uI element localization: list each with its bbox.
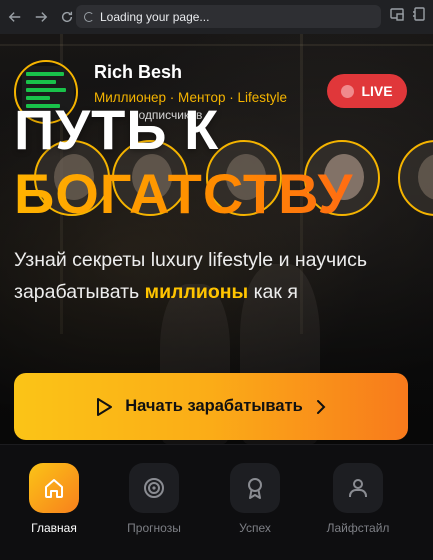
target-icon [129,463,179,513]
nav-label-forecasts: Прогнозы [127,521,181,535]
nav-label-success: Успех [239,521,271,535]
description-highlight: миллионы [144,281,249,303]
nav-label-lifestyle: Лайфстайл [326,521,390,535]
nav-item-home[interactable]: Главная [2,463,106,535]
reload-button[interactable] [56,6,78,28]
profile-name: Rich Besh [94,62,183,82]
browser-toolbar: Loading your page... [0,0,433,34]
forward-button[interactable] [30,6,52,28]
address-text: Loading your page... [100,9,210,24]
nav-label-home: Главная [31,521,77,535]
address-bar[interactable]: Loading your page... [76,5,381,28]
headline-line2: БОГАТСТВУ [14,166,433,222]
live-dot-icon [341,84,355,98]
reload-icon [61,11,73,23]
award-icon [230,463,280,513]
page-title: ПУТЬ К БОГАТСТВУ [14,102,433,222]
home-icon [29,463,79,513]
loading-spinner-icon [84,11,94,22]
forward-arrow-icon [35,12,48,22]
start-earning-button[interactable]: Начать зарабатывать [14,373,408,440]
description-text-end: как я [248,281,298,303]
extensions-icon[interactable] [411,6,427,22]
live-label: LIVE [361,83,393,99]
hero-section: Rich Besh Миллионер · Ментор · Lifestyle… [0,34,433,444]
play-icon [95,397,113,417]
back-button[interactable] [4,6,26,28]
headline-line1: ПУТЬ К [14,98,220,161]
nav-item-forecasts[interactable]: Прогнозы [102,463,206,535]
hero-description: Узнай секреты luxury lifestyle и научись… [14,244,414,308]
back-arrow-icon [8,12,21,22]
cta-label: Начать зарабатывать [125,397,303,415]
user-icon [333,463,383,513]
bottom-navigation: Главная Прогнозы Успех Лайфстайл [0,444,433,560]
nav-item-success[interactable]: Успех [203,463,307,535]
chevron-right-icon [315,399,327,415]
nav-item-lifestyle[interactable]: Лайфстайл [306,463,410,535]
cast-icon[interactable] [389,6,405,22]
